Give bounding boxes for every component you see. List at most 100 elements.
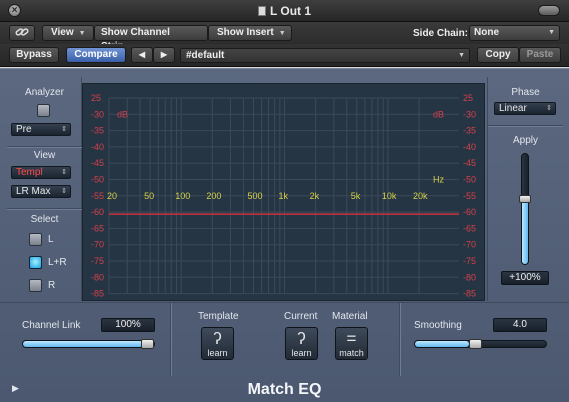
db-tick-label-right: -50 [463, 175, 476, 185]
db-tick-label-right: -30 [463, 109, 476, 119]
plugin-footer: ▶ Match EQ [0, 375, 569, 402]
next-preset-button[interactable]: ▶ [153, 47, 175, 63]
link-icon [15, 28, 29, 36]
show-insert-menu[interactable]: Show Insert ▼ [208, 25, 292, 41]
freq-tick-label: 2k [310, 191, 320, 201]
select-l-label: L [48, 234, 54, 245]
ear-icon: ʔ [297, 329, 306, 348]
bottom-controls: Channel Link 100% Template ʔ learn Curren… [0, 302, 569, 376]
db-tick-label-left: -85 [91, 289, 104, 299]
divider [170, 303, 171, 376]
window-title: L Out 1 [0, 4, 569, 18]
divider [399, 303, 400, 376]
freq-tick-label: 20 [107, 191, 117, 201]
compare-button[interactable]: Compare [66, 47, 126, 63]
divider [7, 208, 82, 209]
apply-label: Apply [512, 135, 538, 146]
paste-button[interactable]: Paste [519, 47, 561, 63]
right-controls: Phase Linear ⇕ Apply +100% [487, 77, 563, 301]
previous-preset-button[interactable]: ◀ [131, 47, 153, 63]
select-lr-checkbox[interactable] [29, 256, 42, 269]
header-row: View▼ Show Channel Strip▼ Show Insert▼ S… [0, 22, 569, 52]
copy-button[interactable]: Copy [477, 47, 519, 63]
db-tick-label-left: -70 [91, 240, 104, 250]
db-unit-right: dB [433, 109, 444, 119]
document-icon [257, 6, 266, 16]
divider [488, 125, 563, 126]
divider [7, 146, 82, 147]
db-tick-label-left: -50 [91, 175, 104, 185]
template-label: Template [198, 311, 239, 322]
db-tick-label-left: -55 [91, 191, 104, 201]
db-tick-label-left: -30 [91, 109, 104, 119]
phase-select[interactable]: Linear ⇕ [494, 102, 556, 115]
db-tick-label-right: -80 [463, 272, 476, 282]
show-channel-strip-menu[interactable]: Show Channel Strip▼ [94, 25, 208, 52]
link-button[interactable] [9, 25, 35, 41]
apply-value-field[interactable]: +100% [501, 271, 549, 285]
freq-tick-label: 5k [351, 191, 361, 201]
db-tick-label-left: 25 [91, 93, 101, 103]
db-tick-label-right: -70 [463, 240, 476, 250]
smoothing-value-field[interactable]: 4.0 [493, 318, 547, 332]
bypass-button[interactable]: Bypass [9, 47, 59, 63]
channel-link-slider-fill [23, 341, 143, 347]
preset-select[interactable]: #default ▼ [180, 48, 470, 63]
select-r-checkbox[interactable] [29, 279, 42, 292]
db-tick-label-right: -85 [463, 289, 476, 299]
template-learn-button[interactable]: ʔ learn [201, 327, 234, 360]
freq-tick-label: 20k [413, 191, 428, 201]
view-max-select[interactable]: LR Max ⇕ [11, 185, 71, 198]
stepper-arrows-icon: ⇕ [61, 126, 67, 133]
smoothing-slider-knob[interactable] [469, 339, 482, 349]
db-tick-label-left: -75 [91, 256, 104, 266]
title-bar: × L Out 1 [0, 0, 569, 22]
eq-graph-canvas: 25 25 -30 -30 -35 -35 -40 -40 -45 -45 -50 -50 -55 -55… [91, 93, 476, 299]
freq-tick-label: 10k [382, 191, 397, 201]
apply-slider[interactable] [519, 153, 531, 265]
db-tick-label-right: -35 [463, 126, 476, 136]
toolbar-toggle-icon[interactable] [538, 5, 560, 16]
stepper-arrows-icon: ⇕ [61, 169, 67, 176]
channel-link-slider[interactable] [22, 339, 155, 349]
side-chain-select[interactable]: None ▼ [469, 25, 560, 41]
freq-tick-label: 500 [247, 191, 262, 201]
material-match-button[interactable]: = match [335, 327, 368, 360]
match-eq-panel: Analyzer Pre ⇕ View Templ ⇕ LR Max ⇕ Select… [0, 68, 569, 402]
db-tick-label-right: -45 [463, 158, 476, 168]
freq-tick-label: 50 [144, 191, 154, 201]
channel-link-value-field[interactable]: 100% [101, 318, 155, 332]
db-tick-label-left: -35 [91, 126, 104, 136]
select-l-checkbox[interactable] [29, 233, 42, 246]
side-chain-label: Side Chain: [413, 28, 469, 39]
smoothing-label: Smoothing [414, 320, 462, 331]
view-menu[interactable]: View ▼ [42, 25, 94, 41]
db-unit-left: dB [117, 109, 128, 119]
stepper-arrows-icon: ⇕ [61, 188, 67, 195]
freq-tick-label: 1k [279, 191, 289, 201]
select-label: Select [30, 214, 59, 225]
apply-slider-knob[interactable] [519, 195, 531, 203]
chevron-down-icon: ▼ [278, 30, 286, 37]
current-learn-button[interactable]: ʔ learn [285, 327, 318, 360]
material-label: Material [332, 311, 368, 322]
equals-icon: = [346, 329, 357, 348]
db-tick-label-left: -80 [91, 272, 104, 282]
db-tick-label-right: -40 [463, 142, 476, 152]
select-lr-label: L+R [48, 257, 67, 268]
channel-link-label: Channel Link [22, 320, 81, 331]
stepper-arrows-icon: ⇕ [546, 105, 552, 112]
db-tick-label-right: -60 [463, 207, 476, 217]
left-controls: Analyzer Pre ⇕ View Templ ⇕ LR Max ⇕ Select… [7, 77, 82, 301]
analyzer-checkbox[interactable] [37, 104, 50, 117]
eq-graph[interactable]: 25 25 -30 -30 -35 -35 -40 -40 -45 -45 -50 -50 -55 -55… [82, 83, 485, 301]
plugin-name: Match EQ [247, 381, 322, 398]
smoothing-slider[interactable] [414, 339, 547, 349]
view-mode-select[interactable]: Templ ⇕ [11, 166, 71, 179]
freq-tick-label: 200 [206, 191, 221, 201]
analyzer-label: Analyzer [25, 87, 64, 98]
channel-link-slider-knob[interactable] [141, 339, 154, 349]
ear-icon: ʔ [213, 329, 222, 348]
db-tick-label-left: -40 [91, 142, 104, 152]
analyzer-position-select[interactable]: Pre ⇕ [11, 123, 71, 136]
